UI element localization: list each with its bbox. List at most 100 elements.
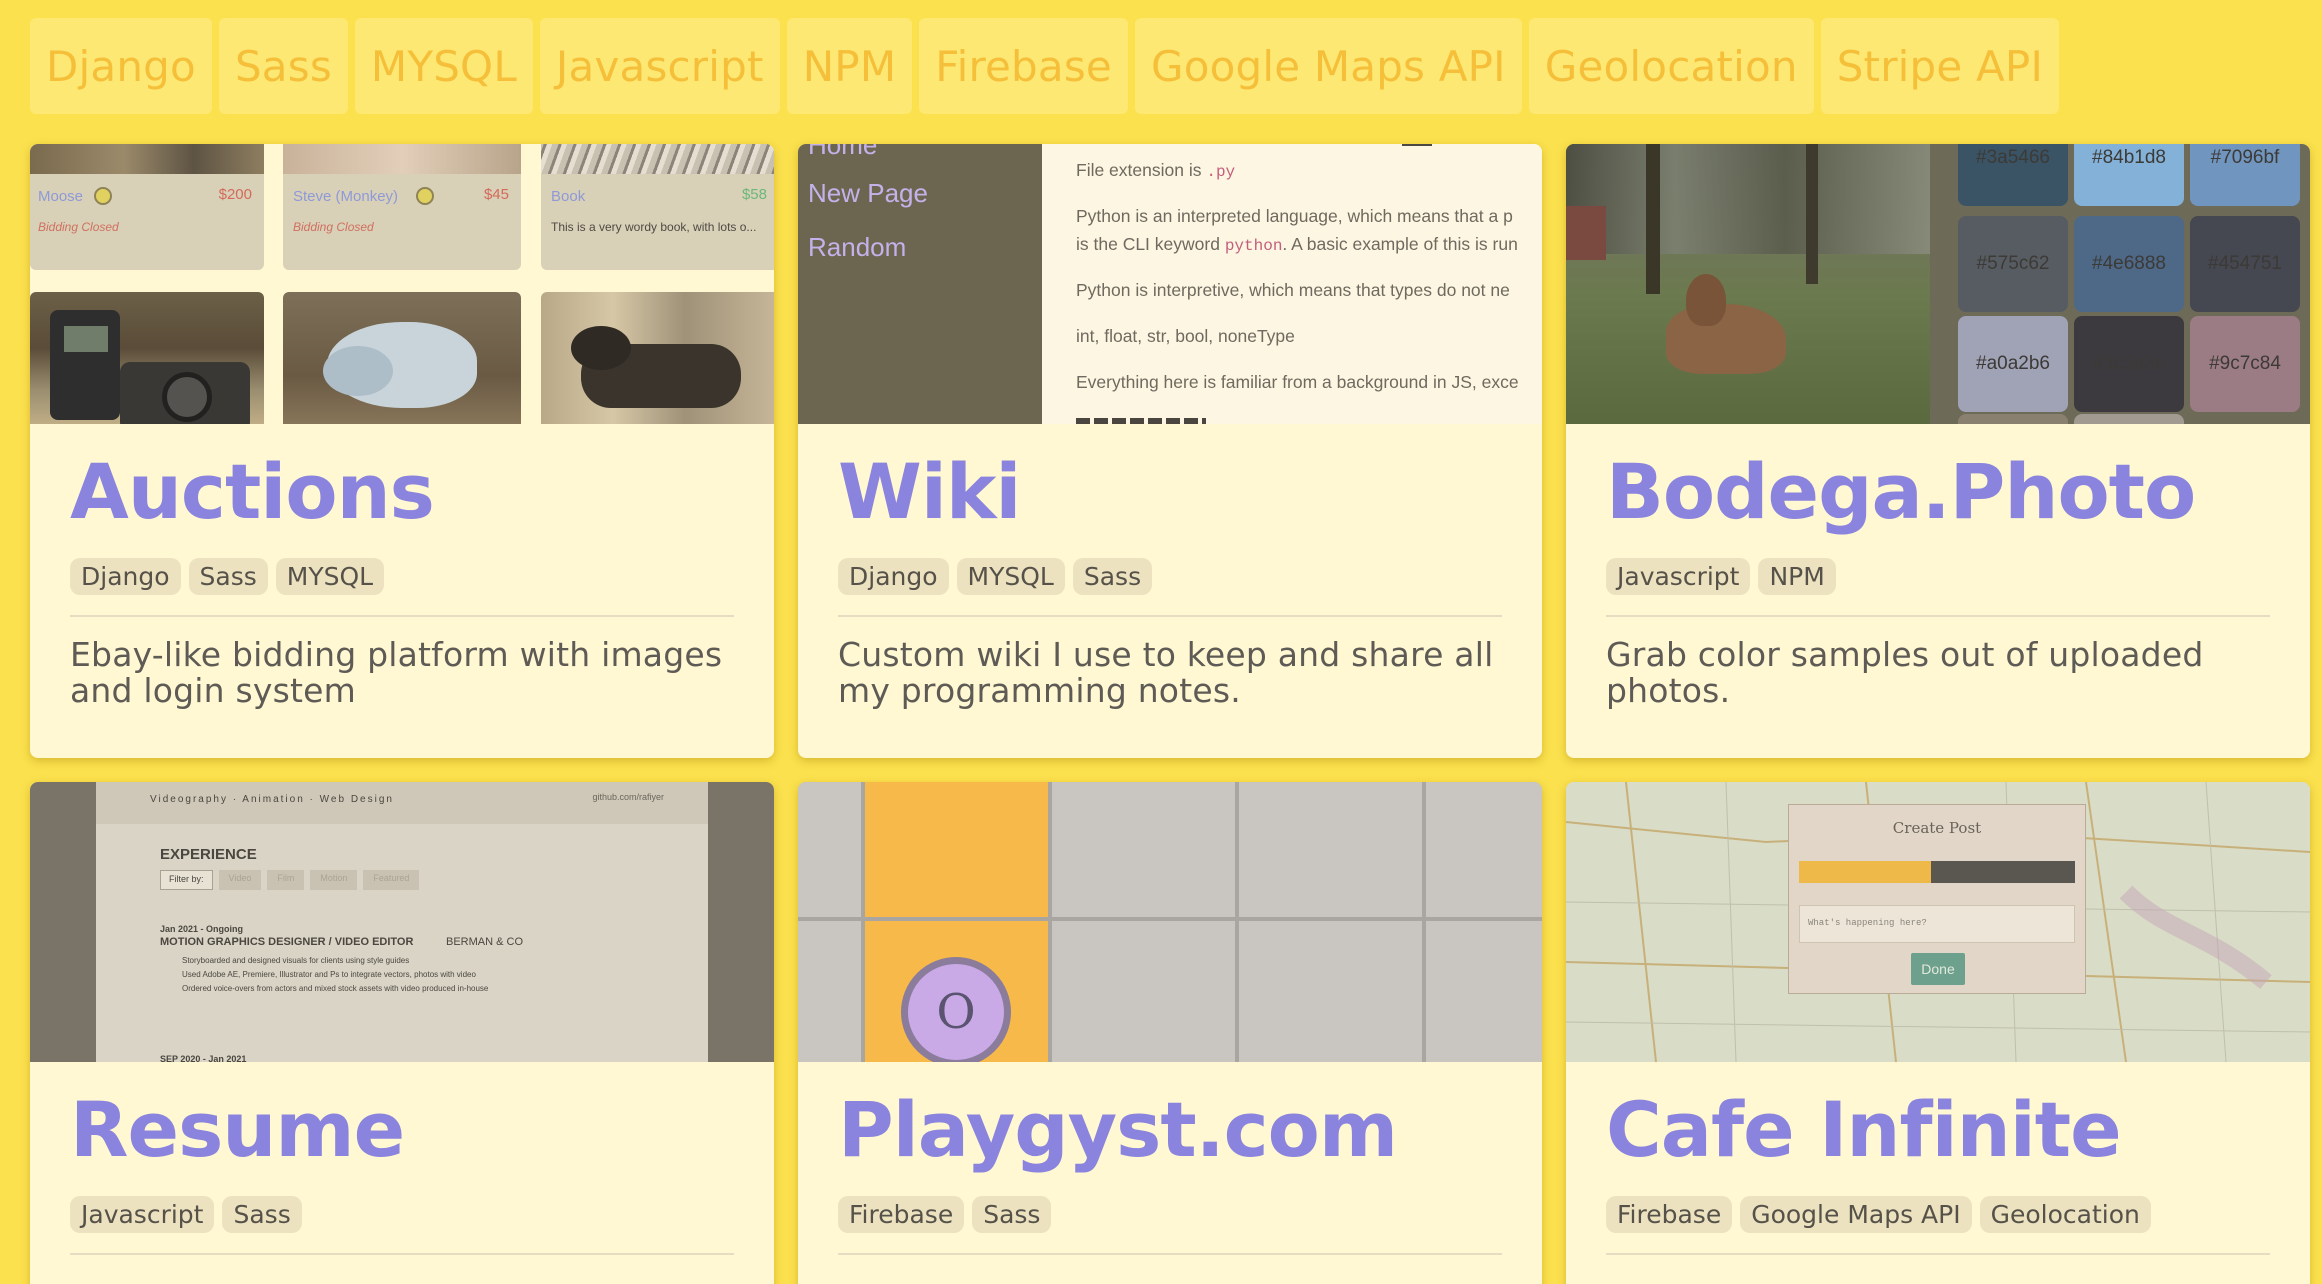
wiki-nav-home: Home [808, 144, 878, 160]
watch-icon [94, 187, 112, 205]
resume-bullet: Ordered voice-overs from actors and mixe… [182, 984, 489, 993]
tag: Django [70, 557, 181, 595]
project-title[interactable]: Resume [70, 1090, 734, 1170]
wiki-line: int, float, str, bool, noneType [1076, 326, 1295, 346]
tag-list: Django Sass MYSQL [70, 557, 734, 595]
resume-section-title: EXPERIENCE [160, 846, 257, 863]
upload-progress-fill [1799, 861, 1932, 883]
filter-by-label: Filter by: [160, 870, 213, 890]
watch-icon [416, 187, 434, 205]
filter-mysql[interactable]: MYSQL [354, 18, 533, 114]
filter-sass[interactable]: Sass [218, 18, 348, 114]
resume-company: BERMAN & CO [446, 936, 524, 948]
listing-name: Book [551, 188, 586, 205]
filter-javascript[interactable]: Javascript [539, 18, 780, 114]
done-button[interactable]: Done [1911, 953, 1965, 985]
resume-bullet: Used Adobe AE, Premiere, Illustrator and… [182, 970, 476, 979]
tag: Firebase [838, 1195, 965, 1233]
game-badge-icon[interactable]: O [901, 957, 1011, 1062]
project-title[interactable]: Bodega.Photo [1606, 452, 2270, 532]
color-swatch[interactable] [1958, 414, 2068, 424]
create-post-modal: Create Post What's happening here? Done [1788, 804, 2086, 994]
color-swatch[interactable]: #3a5466 [1958, 144, 2068, 206]
project-title[interactable]: Wiki [838, 452, 1502, 532]
tag: Google Maps API [1740, 1195, 1972, 1233]
tag: Sass [188, 557, 268, 595]
tag: Django [838, 557, 949, 595]
project-title[interactable]: Auctions [70, 452, 734, 532]
listing-name: Moose [38, 188, 84, 205]
tag-list: Django MYSQL Sass [838, 557, 1502, 595]
resume-filter-chip: Film [267, 870, 305, 890]
divider [838, 1252, 1502, 1255]
color-swatch[interactable]: #4e6888 [2074, 216, 2184, 312]
color-swatch[interactable]: #a0a2b6 [1958, 316, 2068, 412]
filter-django[interactable]: Django [30, 18, 212, 114]
project-title[interactable]: Playgyst.com [838, 1090, 1502, 1170]
project-card-wiki[interactable]: Home New Page Random File extension is .… [798, 144, 1542, 758]
swatch-panel: #3a5466 #84b1d8 #7096bf #575c62 #4e6888 … [1930, 144, 2310, 424]
filter-google-maps-api[interactable]: Google Maps API [1134, 18, 1522, 114]
color-swatch[interactable]: #84b1d8 [2074, 144, 2184, 206]
modal-title: Create Post [1892, 819, 1982, 837]
post-input[interactable]: What's happening here? [1799, 905, 2075, 943]
tag: Firebase [1606, 1195, 1733, 1233]
filter-npm[interactable]: NPM [786, 18, 913, 114]
tag-list: Javascript Sass [70, 1195, 734, 1233]
project-thumbnail: Home New Page Random File extension is .… [798, 144, 1542, 424]
divider [70, 1252, 734, 1255]
project-card-resume[interactable]: Videography · Animation · Web Design git… [30, 782, 774, 1284]
tag: Javascript [1606, 557, 1751, 595]
tag: NPM [1758, 557, 1836, 595]
project-card-cafe-infinite[interactable]: Create Post What's happening here? Done … [1566, 782, 2310, 1284]
color-swatch[interactable]: #3c3a3e [2074, 316, 2184, 412]
listing-status: Bidding Closed [38, 220, 119, 234]
filter-bar: Django Sass MYSQL Javascript NPM Firebas… [30, 18, 2322, 114]
wiki-content: File extension is .py Python is an inter… [1042, 144, 1542, 424]
uploaded-photo [1566, 144, 1930, 424]
project-title[interactable]: Cafe Infinite [1606, 1090, 2270, 1170]
project-thumbnail: Videography · Animation · Web Design git… [30, 782, 774, 1062]
resume-filter-chip: Featured [363, 870, 420, 890]
upload-progress-bar [1799, 861, 2075, 883]
filter-stripe-api[interactable]: Stripe API [1820, 18, 2060, 114]
color-swatch[interactable] [2074, 414, 2184, 424]
wiki-nav-new-page: New Page [808, 178, 928, 208]
filter-geolocation[interactable]: Geolocation [1528, 18, 1814, 114]
color-swatch[interactable]: #454751 [2190, 216, 2300, 312]
resume-subtitle: Videography · Animation · Web Design [150, 794, 394, 805]
color-swatch[interactable]: #9c7c84 [2190, 316, 2300, 412]
project-description: Ebay-like bidding platform with images a… [70, 634, 723, 710]
project-card-bodega-photo[interactable]: #3a5466 #84b1d8 #7096bf #575c62 #4e6888 … [1566, 144, 2310, 758]
tag-list: Firebase Google Maps API Geolocation [1606, 1195, 2270, 1233]
resume-date: SEP 2020 - Jan 2021 [160, 1054, 247, 1062]
project-thumbnail: #3a5466 #84b1d8 #7096bf #575c62 #4e6888 … [1566, 144, 2310, 424]
tag: Javascript [70, 1195, 215, 1233]
listing-card: Steve (Monkey) $45 Bidding Closed [283, 144, 521, 270]
tag: Sass [972, 1195, 1052, 1233]
listing-photo [541, 292, 774, 424]
divider [1606, 614, 2270, 617]
wiki-line: File extension is .py [1076, 160, 1236, 181]
resume-role: MOTION GRAPHICS DESIGNER / VIDEO EDITOR [160, 936, 414, 948]
color-swatch[interactable]: #7096bf [2190, 144, 2300, 206]
project-card-auctions[interactable]: Moose $200 Bidding Closed Steve (Monkey)… [30, 144, 774, 758]
wiki-line: Everything here is familiar from a backg… [1076, 372, 1519, 392]
tag: MYSQL [275, 557, 385, 595]
resume-date: Jan 2021 - Ongoing [160, 924, 244, 934]
project-card-playgyst[interactable]: O Playgyst.com Firebase Sass [798, 782, 1542, 1284]
listing-description: This is a very wordy book, with lots o..… [551, 220, 757, 234]
resume-bullet: Storyboarded and designed visuals for cl… [182, 956, 410, 965]
tag: MYSQL [956, 557, 1065, 595]
tag-list: Firebase Sass [838, 1195, 1502, 1233]
color-swatch[interactable]: #575c62 [1958, 216, 2068, 312]
wiki-line: is the CLI keyword python. A basic examp… [1076, 234, 1518, 255]
project-thumbnail: Create Post What's happening here? Done [1566, 782, 2310, 1062]
tag: Sass [1072, 557, 1153, 595]
listing-card: Book $58 This is a very wordy book, with… [541, 144, 774, 270]
wiki-nav-random: Random [808, 232, 907, 262]
game-grid: O [798, 782, 1542, 1062]
resume-page: Videography · Animation · Web Design git… [96, 782, 708, 1062]
filter-firebase[interactable]: Firebase [919, 18, 1128, 114]
wiki-line: Python is an interpreted language, which… [1076, 206, 1513, 226]
